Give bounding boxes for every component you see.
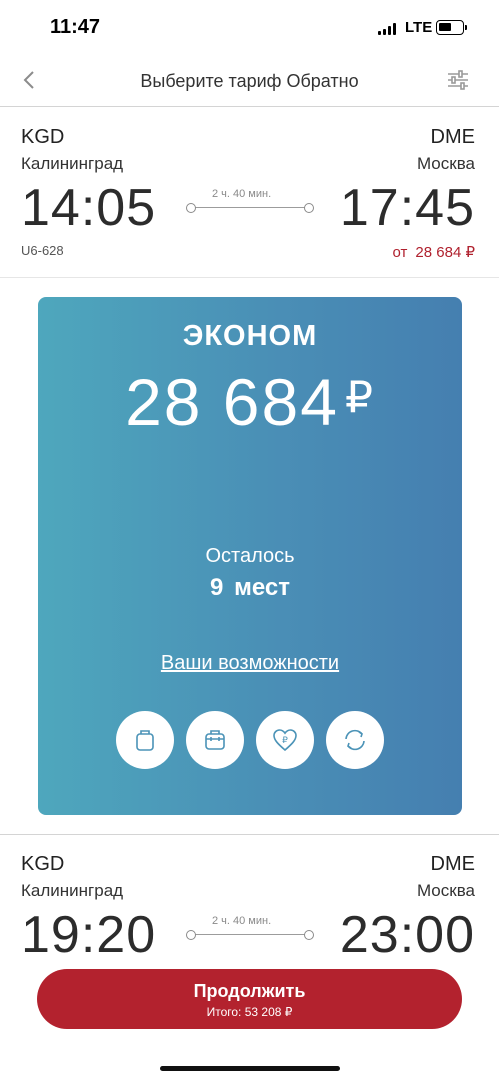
divider [0,834,499,835]
sliders-icon[interactable] [446,68,470,92]
arrive-time: 17:45 [339,179,475,237]
tariff-price-value: 28 684 [125,365,339,439]
page-title: Выберите тариф Обратно [140,71,359,91]
status-bar: 11:47 LTE [0,0,499,56]
origin-city: Калининград [21,154,124,173]
dest-city: Москва [416,154,475,173]
continue-label: Продолжить [193,981,306,1001]
flight-duration: 2 ч. 40 мин. [212,188,272,200]
price-prefix: от [392,244,408,261]
opportunities-link[interactable]: Ваши возможности [38,652,462,675]
dest-city: Москва [416,881,475,900]
tariff-name: ЭКОНОМ [182,320,318,352]
tariff-price: 28 684 ₽ [38,364,462,440]
continue-button[interactable]: Продолжить Итого: 53 208 ₽ [37,969,462,1029]
battery-icon [436,20,467,35]
tariff-currency: ₽ [344,373,375,422]
seats-count: 9 мест [210,574,290,601]
network-label: LTE [405,19,433,36]
seats-label: Осталось [205,545,295,567]
flight-card[interactable]: KGD Калининград 14:05 DME Москва 17:45 2… [0,126,499,296]
flight-number: U6-628 [21,243,64,258]
heart-ruble-button[interactable]: ₽ [256,711,314,769]
route-line [186,930,314,940]
dest-code: DME [430,853,475,875]
feature-icons: ₽ [116,711,384,769]
nav-header: Выберите тариф Обратно [0,56,499,107]
price-from: от 28 684 ₽ [393,243,475,261]
depart-time: 19:20 [21,906,157,964]
bag-icon [136,730,154,751]
route-line [186,203,314,213]
svg-text:₽: ₽ [282,736,288,746]
price-value: 28 684 ₽ [415,244,475,261]
origin-code: KGD [21,853,65,875]
heart-ruble-icon: ₽ [273,729,297,752]
origin-city: Калининград [21,881,124,900]
flight-duration: 2 ч. 40 мин. [212,915,272,927]
origin-code: KGD [21,126,65,148]
exchange-icon [345,729,365,751]
home-indicator [160,1066,340,1071]
depart-time: 14:05 [21,179,157,237]
bag-button[interactable] [116,711,174,769]
luggage-button[interactable] [186,711,244,769]
exchange-button[interactable] [326,711,384,769]
total-label: Итого: 53 208 ₽ [206,1005,293,1019]
tariff-card[interactable]: ЭКОНОМ 28 684 ₽ Осталось 9 мест Ваши возм… [38,297,462,815]
arrive-time: 23:00 [339,906,475,964]
dest-code: DME [430,126,475,148]
status-time: 11:47 [50,16,101,38]
luggage-icon [205,730,225,750]
signal-icon [378,23,396,35]
divider [0,277,499,278]
